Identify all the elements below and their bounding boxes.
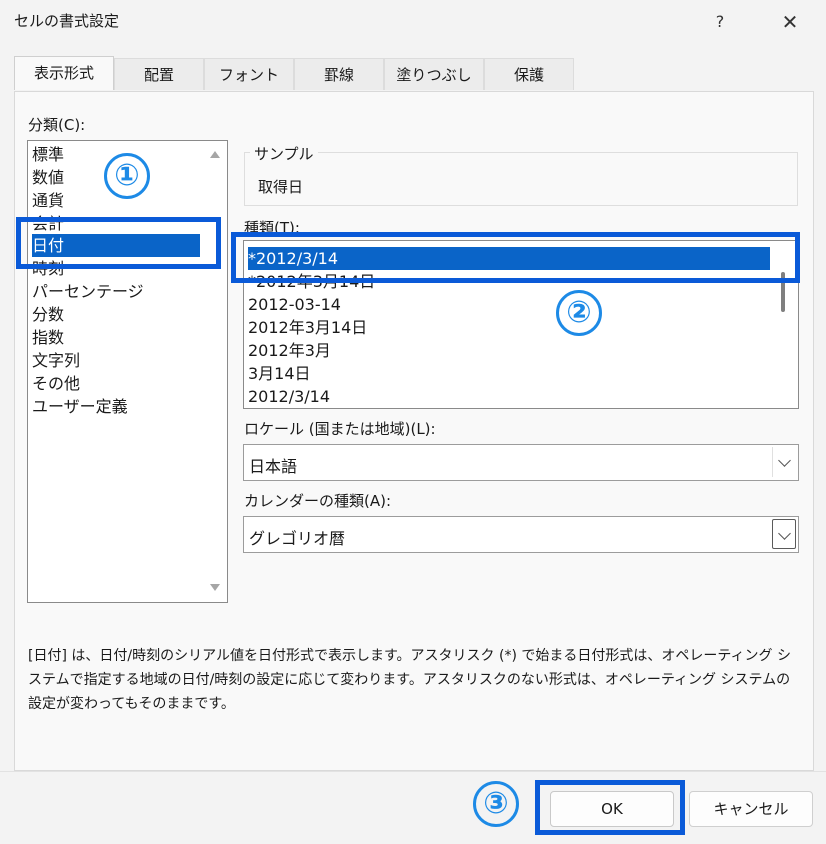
sample-group <box>244 152 798 206</box>
step-marker-1: ① <box>104 153 150 199</box>
category-item[interactable]: 文字列 <box>32 349 80 372</box>
locale-value: 日本語 <box>249 457 298 476</box>
step-marker-3: ③ <box>473 781 519 827</box>
tab-alignment[interactable]: 配置 <box>114 58 204 90</box>
locale-combobox[interactable]: 日本語 <box>243 444 799 481</box>
calendar-dropdown-button[interactable] <box>772 519 796 549</box>
format-type-item[interactable]: 2012年3月14日 <box>248 316 367 339</box>
category-item[interactable]: 標準 <box>32 143 64 166</box>
category-item[interactable]: ユーザー定義 <box>32 395 128 418</box>
sample-label: サンプル <box>250 143 318 164</box>
format-type-item[interactable]: 2012年3月 <box>248 339 331 362</box>
locale-label: ロケール (国または地域)(L): <box>244 420 436 438</box>
cancel-button[interactable]: キャンセル <box>689 791 813 827</box>
format-type-item[interactable]: 2012/3/14 <box>248 385 330 408</box>
description-text: [日付] は、日付/時刻のシリアル値を日付形式で表示します。アスタリスク (*)… <box>28 648 791 712</box>
category-item[interactable]: 通貨 <box>32 189 64 212</box>
highlight-box-format-type <box>231 232 800 283</box>
category-scrollbar[interactable] <box>203 141 227 602</box>
category-label: 分類(C): <box>28 116 86 134</box>
category-item[interactable]: 数値 <box>32 166 64 189</box>
tab-fill[interactable]: 塗りつぶし <box>384 58 484 90</box>
calendar-value: グレゴリオ暦 <box>249 529 346 548</box>
calendar-combobox[interactable]: グレゴリオ暦 <box>243 516 799 553</box>
format-type-item[interactable]: 2012-03-14 <box>248 293 341 316</box>
tab-number-format[interactable]: 表示形式 <box>14 56 114 90</box>
format-type-item[interactable]: 3月14日 <box>248 362 311 385</box>
dialog-title: セルの書式設定 <box>14 12 120 30</box>
chevron-down-icon <box>778 527 791 540</box>
locale-dropdown-button[interactable] <box>772 447 796 477</box>
help-button[interactable]: ? <box>700 0 740 44</box>
step-marker-2: ② <box>556 290 602 336</box>
sample-value: 取得日 <box>258 178 304 196</box>
category-item[interactable]: 分数 <box>32 303 64 326</box>
tab-protection[interactable]: 保護 <box>484 58 574 90</box>
calendar-label: カレンダーの種類(A): <box>244 492 392 510</box>
category-item[interactable]: その他 <box>32 372 80 395</box>
highlight-box-category <box>16 217 221 269</box>
category-item[interactable]: パーセンテージ <box>32 280 144 303</box>
close-button[interactable]: ✕ <box>766 0 814 44</box>
category-item[interactable]: 指数 <box>32 326 64 349</box>
scroll-down-arrow-icon[interactable] <box>210 584 220 591</box>
tab-font[interactable]: フォント <box>204 58 294 90</box>
scroll-up-arrow-icon[interactable] <box>210 151 220 158</box>
category-listbox[interactable]: 標準 数値 通貨 会計 日付 時刻 パーセンテージ 分数 指数 文字列 その他 … <box>27 140 228 603</box>
chevron-down-icon <box>778 454 791 467</box>
highlight-box-ok <box>535 780 685 835</box>
tab-border[interactable]: 罫線 <box>294 58 384 90</box>
